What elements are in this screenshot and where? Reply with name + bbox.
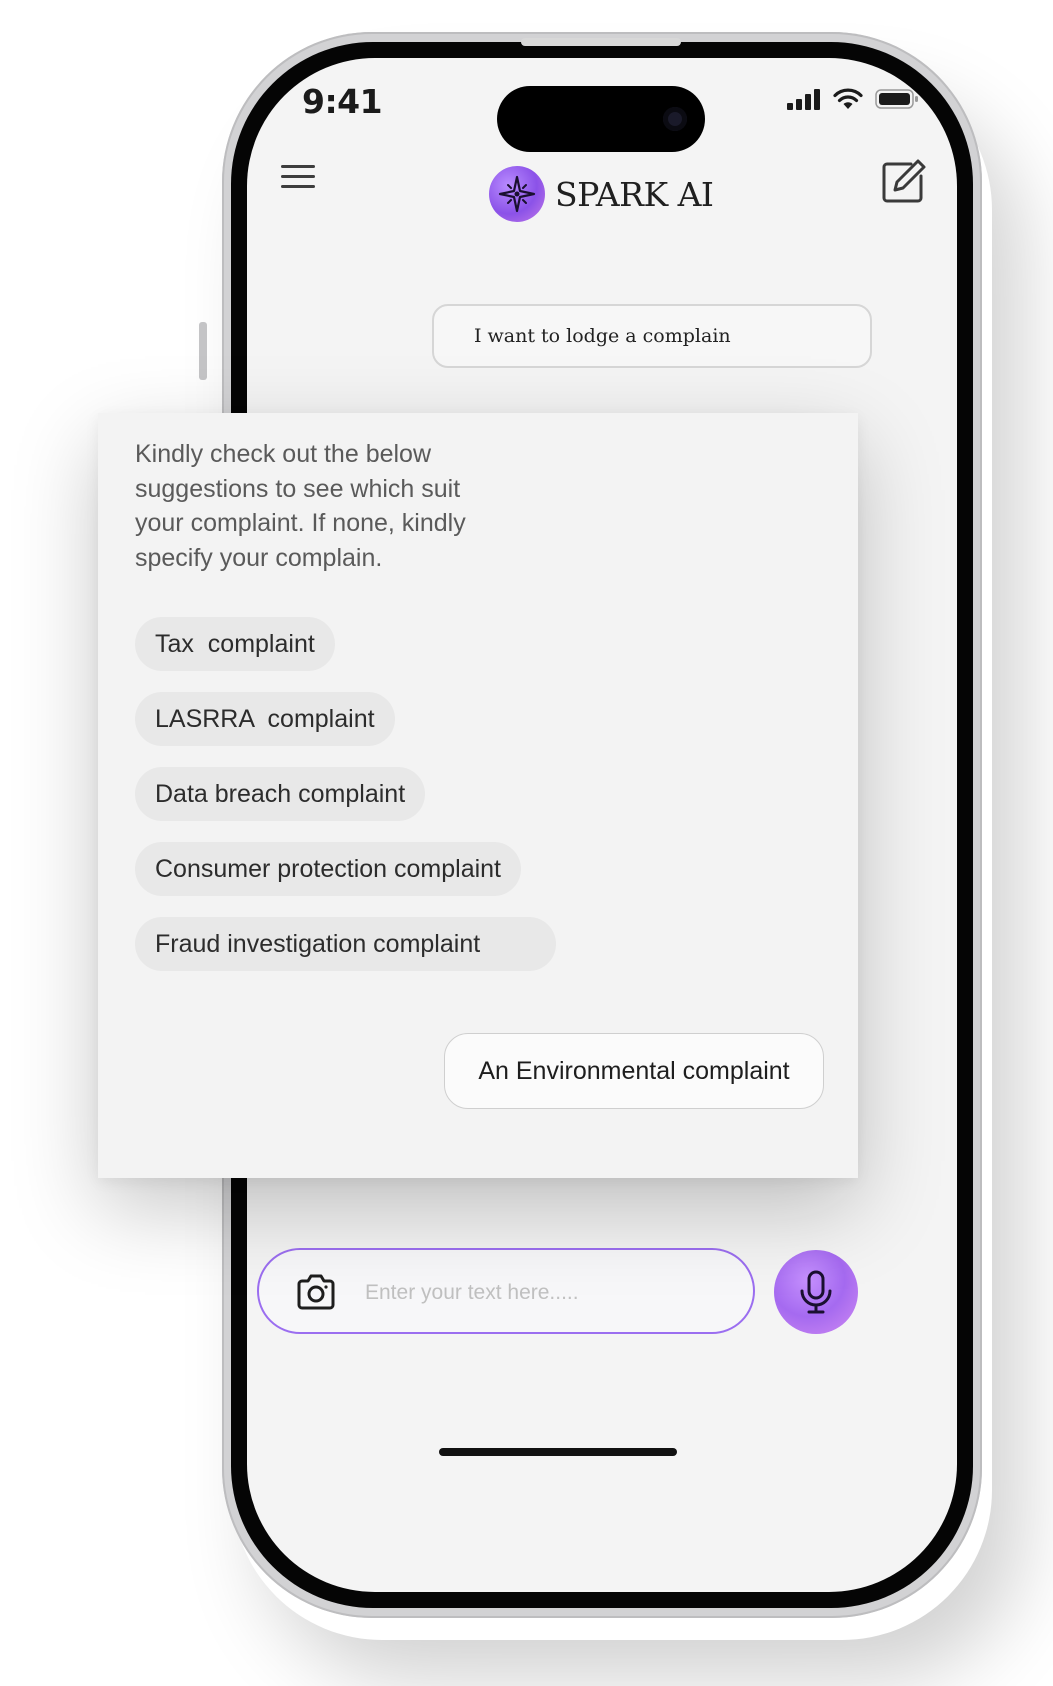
spark-logo-icon <box>489 166 545 222</box>
suggestion-chip-consumer-protection[interactable]: Consumer protection complaint <box>135 842 521 896</box>
phone-top-edge <box>521 38 681 46</box>
user-reply-bubble: An Environmental complaint <box>444 1033 824 1109</box>
phone-side-button-left <box>199 322 207 380</box>
camera-icon <box>297 1274 335 1310</box>
status-icons <box>787 88 919 110</box>
user-reply-text: An Environmental complaint <box>478 1056 790 1085</box>
suggestions-card: Kindly check out the below suggestions t… <box>98 413 858 1178</box>
brand: SPARK AI <box>489 166 714 222</box>
message-composer <box>257 1248 755 1334</box>
suggestion-chip-fraud-investigation[interactable]: Fraud investigation complaint <box>135 917 556 971</box>
new-chat-button[interactable] <box>881 158 927 204</box>
microphone-icon <box>800 1270 832 1314</box>
suggestion-label: Tax complaint <box>155 629 315 658</box>
battery-icon <box>875 89 918 109</box>
user-message-bubble: I want to lodge a complain <box>432 304 872 368</box>
suggestion-label: LASRRA complaint <box>155 704 375 733</box>
status-time: 9:41 <box>302 82 383 121</box>
brand-name: SPARK AI <box>555 174 714 214</box>
app-header: SPARK AI <box>247 158 957 278</box>
dynamic-island <box>497 86 705 152</box>
microphone-button[interactable] <box>774 1250 858 1334</box>
home-indicator <box>439 1448 677 1456</box>
bot-message: Kindly check out the below suggestions t… <box>135 440 466 572</box>
suggestion-label: Consumer protection complaint <box>155 854 501 883</box>
camera-button[interactable] <box>295 1272 337 1312</box>
menu-icon <box>281 165 321 188</box>
edit-icon <box>882 159 926 203</box>
suggestion-chip-data-breach[interactable]: Data breach complaint <box>135 767 426 821</box>
front-camera <box>663 107 687 131</box>
suggestion-label: Fraud investigation complaint <box>155 929 481 958</box>
signal-icon <box>787 89 820 110</box>
message-input[interactable] <box>363 1272 737 1314</box>
menu-button[interactable] <box>281 158 321 194</box>
wifi-icon <box>833 88 863 109</box>
suggestion-chip-tax[interactable]: Tax complaint <box>135 617 335 671</box>
user-message-text: I want to lodge a complain <box>474 325 731 347</box>
suggestion-label: Data breach complaint <box>155 779 406 808</box>
suggestion-chip-lasrra[interactable]: LASRRA complaint <box>135 692 395 746</box>
